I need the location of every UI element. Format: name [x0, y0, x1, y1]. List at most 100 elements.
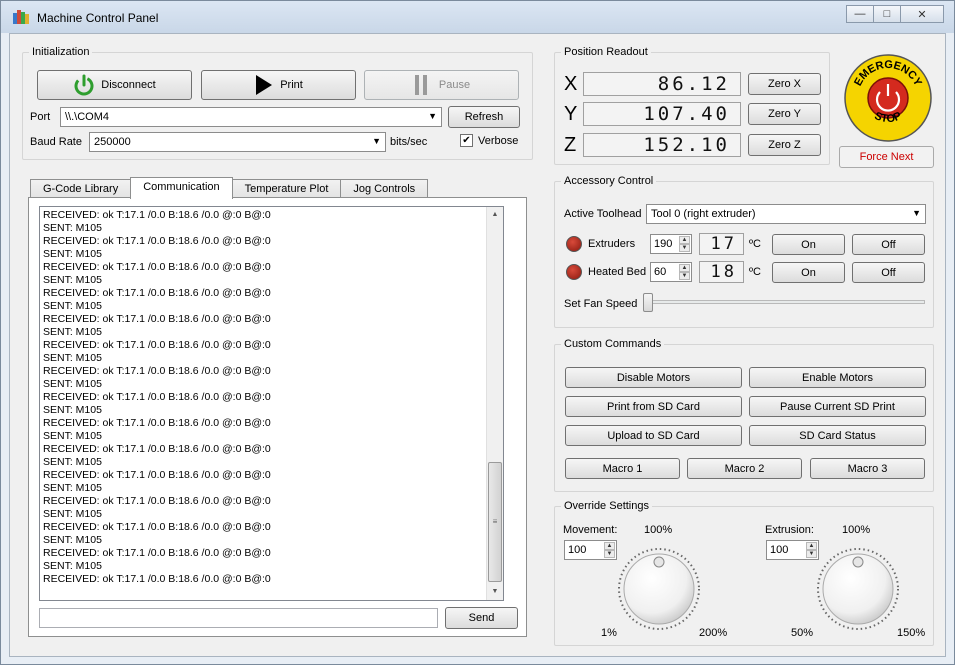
upload-to-sd-button[interactable]: Upload to SD Card [565, 425, 742, 446]
disconnect-button[interactable]: Disconnect [37, 70, 192, 100]
active-toolhead-value: Tool 0 (right extruder) [651, 208, 756, 220]
log-line: RECEIVED: ok T:17.1 /0.0 B:18.6 /0.0 @:0… [43, 209, 271, 221]
title-bar[interactable]: Machine Control Panel — □ ✕ [1, 1, 954, 33]
macro-3-button[interactable]: Macro 3 [810, 458, 925, 479]
movement-min-label: 1% [601, 627, 617, 639]
z-position-display: 152.10 [583, 133, 741, 157]
heated-bed-status-led [566, 264, 582, 280]
zero-x-button[interactable]: Zero X [748, 73, 821, 95]
spin-up-icon[interactable]: ▲ [679, 236, 690, 244]
extruder-unit-label: ºC [749, 238, 761, 250]
spin-up-icon[interactable]: ▲ [604, 542, 615, 550]
macro-1-button[interactable]: Macro 1 [565, 458, 680, 479]
movement-max-label: 200% [699, 627, 728, 639]
movement-spinner[interactable]: 100 ▲ ▼ [564, 540, 617, 560]
extrusion-spinner[interactable]: 100 ▲ ▼ [766, 540, 819, 560]
scroll-up-icon[interactable]: ▲ [487, 207, 503, 223]
log-line: SENT: M105 [43, 482, 102, 494]
movement-dial[interactable] [617, 547, 701, 631]
movement-percent-label: 100% [644, 524, 673, 536]
maximize-button[interactable]: □ [873, 5, 901, 23]
log-line: SENT: M105 [43, 534, 102, 546]
disconnect-label: Disconnect [101, 79, 156, 91]
heated-bed-label: Heated Bed [588, 266, 647, 278]
extruder-off-button[interactable]: Off [852, 234, 925, 255]
pause-sd-print-button[interactable]: Pause Current SD Print [749, 396, 926, 417]
scroll-down-icon[interactable]: ▼ [487, 584, 503, 600]
log-line: RECEIVED: ok T:17.1 /0.0 B:18.6 /0.0 @:0… [43, 313, 271, 325]
log-line: RECEIVED: ok T:17.1 /0.0 B:18.6 /0.0 @:0… [43, 365, 271, 377]
extruder-on-button[interactable]: On [772, 234, 845, 255]
baud-rate-label: Baud Rate [30, 136, 82, 148]
log-line: RECEIVED: ok T:17.1 /0.0 B:18.6 /0.0 @:0… [43, 573, 271, 585]
heated-bed-on-button[interactable]: On [772, 262, 845, 283]
emergency-stop-button[interactable]: EMERGENCY STOP [842, 52, 934, 144]
minimize-button[interactable]: — [846, 5, 874, 23]
macro-2-button[interactable]: Macro 2 [687, 458, 802, 479]
window-title: Machine Control Panel [37, 11, 159, 25]
disable-motors-button[interactable]: Disable Motors [565, 367, 742, 388]
zero-y-button[interactable]: Zero Y [748, 103, 821, 125]
heated-bed-setpoint-spinner[interactable]: 60 ▲ ▼ [650, 262, 692, 282]
log-line: RECEIVED: ok T:17.1 /0.0 B:18.6 /0.0 @:0… [43, 443, 271, 455]
tab-jog-controls[interactable]: Jog Controls [340, 179, 429, 198]
tab-temperature-plot[interactable]: Temperature Plot [231, 179, 342, 198]
pause-button[interactable]: Pause [364, 70, 519, 100]
log-line: RECEIVED: ok T:17.1 /0.0 B:18.6 /0.0 @:0… [43, 495, 271, 507]
force-next-button[interactable]: Force Next [839, 146, 934, 168]
log-line: SENT: M105 [43, 560, 102, 572]
tab-communication[interactable]: Communication [130, 177, 233, 199]
app-window: Machine Control Panel — □ ✕ Initializati… [0, 0, 955, 665]
movement-value: 100 [568, 544, 587, 556]
spin-down-icon[interactable]: ▼ [679, 272, 690, 280]
command-input[interactable] [39, 608, 438, 628]
heated-bed-off-button[interactable]: Off [852, 262, 925, 283]
sd-card-status-button[interactable]: SD Card Status [749, 425, 926, 446]
spin-down-icon[interactable]: ▼ [679, 244, 690, 252]
verbose-checkbox[interactable]: ✔ [460, 134, 473, 147]
log-lines: RECEIVED: ok T:17.1 /0.0 B:18.6 /0.0 @:0… [43, 209, 500, 586]
log-scrollbar[interactable]: ▲ ≡ ▼ [486, 207, 503, 600]
chevron-down-icon: ▼ [912, 208, 921, 218]
log-line: RECEIVED: ok T:17.1 /0.0 B:18.6 /0.0 @:0… [43, 521, 271, 533]
fan-speed-handle[interactable] [643, 293, 653, 312]
scroll-thumb[interactable]: ≡ [488, 462, 502, 582]
close-button[interactable]: ✕ [900, 5, 944, 23]
communication-panel: RECEIVED: ok T:17.1 /0.0 B:18.6 /0.0 @:0… [28, 197, 527, 637]
print-from-sd-button[interactable]: Print from SD Card [565, 396, 742, 417]
log-line: RECEIVED: ok T:17.1 /0.0 B:18.6 /0.0 @:0… [43, 339, 271, 351]
pause-label: Pause [438, 79, 471, 91]
print-button[interactable]: Print [201, 70, 356, 100]
log-line: RECEIVED: ok T:17.1 /0.0 B:18.6 /0.0 @:0… [43, 261, 271, 273]
tab-gcode-library[interactable]: G-Code Library [30, 179, 132, 198]
communication-log[interactable]: RECEIVED: ok T:17.1 /0.0 B:18.6 /0.0 @:0… [39, 206, 504, 601]
fan-speed-label: Set Fan Speed [564, 298, 638, 310]
baud-rate-value: 250000 [94, 136, 131, 148]
log-line: SENT: M105 [43, 326, 102, 338]
spin-up-icon[interactable]: ▲ [679, 264, 690, 272]
extruders-label: Extruders [588, 238, 636, 250]
extrusion-label: Extrusion: [765, 524, 814, 536]
movement-label: Movement: [563, 524, 618, 536]
extrusion-dial[interactable] [816, 547, 900, 631]
extruder-setpoint-spinner[interactable]: 190 ▲ ▼ [650, 234, 692, 254]
port-label: Port [30, 111, 51, 123]
extrusion-max-label: 150% [897, 627, 926, 639]
custom-commands-title: Custom Commands [561, 338, 665, 350]
refresh-button[interactable]: Refresh [448, 106, 520, 128]
port-select[interactable]: \\.\COM4 ▼ [60, 107, 442, 127]
active-toolhead-select[interactable]: Tool 0 (right extruder) ▼ [646, 204, 926, 224]
baud-rate-select[interactable]: 250000 ▼ [89, 132, 386, 152]
zero-z-button[interactable]: Zero Z [748, 134, 821, 156]
log-line: SENT: M105 [43, 508, 102, 520]
heated-bed-unit-label: ºC [749, 266, 761, 278]
enable-motors-button[interactable]: Enable Motors [749, 367, 926, 388]
port-value: \\.\COM4 [65, 111, 110, 123]
x-position-display: 86.12 [583, 72, 741, 96]
fan-speed-track[interactable] [647, 300, 925, 304]
baud-unit-label: bits/sec [390, 136, 428, 148]
log-line: SENT: M105 [43, 404, 102, 416]
x-axis-label: X [564, 73, 578, 95]
spin-down-icon[interactable]: ▼ [604, 550, 615, 558]
send-button[interactable]: Send [445, 607, 518, 629]
